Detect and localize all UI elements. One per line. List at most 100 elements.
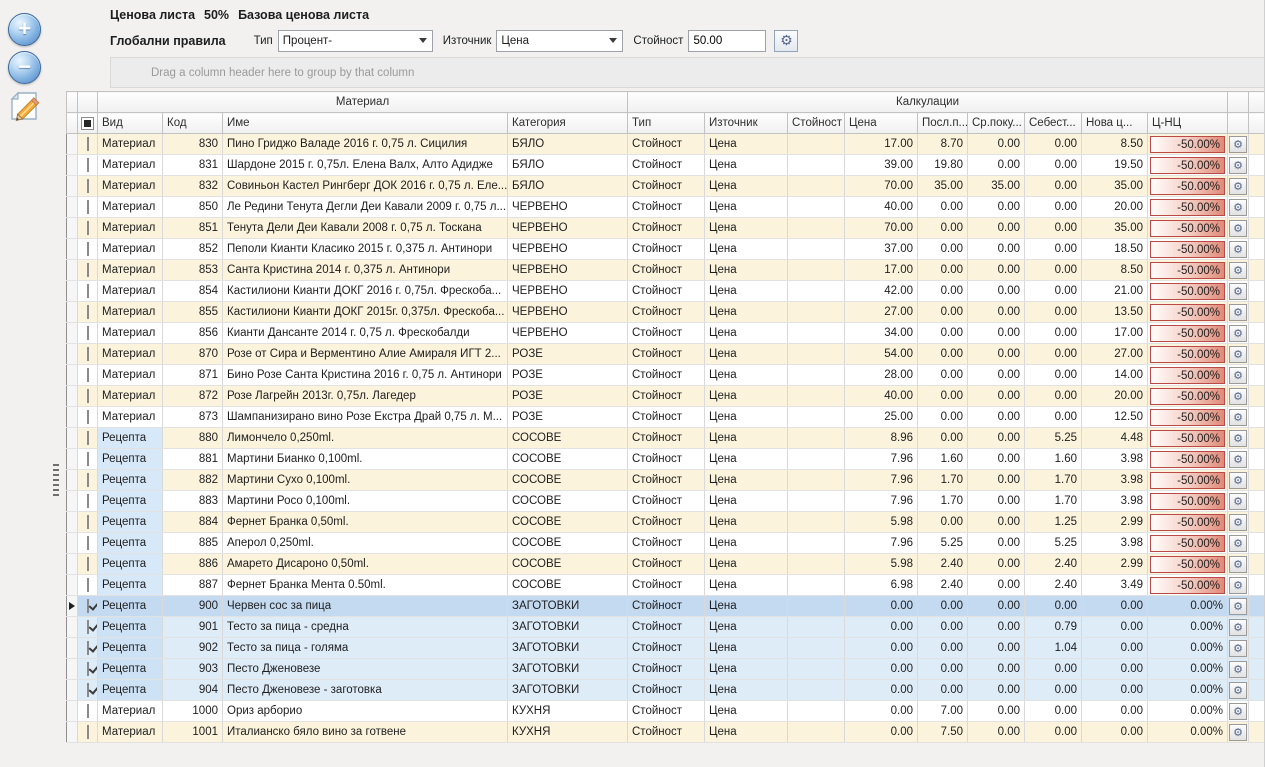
cell-name[interactable]: Шампанизирано вино Розе Екстра Драй 0,75…	[223, 407, 508, 428]
cell-vid[interactable]: Материал	[98, 386, 163, 407]
cell-name[interactable]: Аперол 0,250ml.	[223, 533, 508, 554]
cell-avg-purchase[interactable]: 0.00	[968, 638, 1025, 659]
cell-vid[interactable]: Рецепта	[98, 512, 163, 533]
cell-category[interactable]: РОЗЕ	[508, 407, 628, 428]
cell-value[interactable]	[788, 344, 845, 365]
cell-cost[interactable]: 2.40	[1025, 575, 1082, 596]
cell-value[interactable]	[788, 386, 845, 407]
cell-avg-purchase[interactable]: 0.00	[968, 281, 1025, 302]
cell-type[interactable]: Стойност	[628, 239, 705, 260]
row-indicator[interactable]	[67, 638, 78, 659]
cell-type[interactable]: Стойност	[628, 155, 705, 176]
cell-vid[interactable]: Материал	[98, 302, 163, 323]
column-header-value[interactable]: Стойност	[788, 113, 845, 134]
cell-source[interactable]: Цена	[705, 470, 788, 491]
row-settings-button[interactable]	[1229, 178, 1247, 195]
cell-vid[interactable]: Материал	[98, 323, 163, 344]
table-row[interactable]: Материал 853 Санта Кристина 2014 г. 0,37…	[67, 260, 1265, 281]
table-row[interactable]: Рецепта 881 Мартини Бианко 0,100ml. СОСО…	[67, 449, 1265, 470]
cell-category[interactable]: РОЗЕ	[508, 386, 628, 407]
cell-source[interactable]: Цена	[705, 155, 788, 176]
row-settings-button[interactable]	[1229, 304, 1247, 321]
cell-source[interactable]: Цена	[705, 281, 788, 302]
row-indicator[interactable]	[67, 512, 78, 533]
cell-new-price[interactable]: 2.99	[1082, 512, 1148, 533]
cell-category[interactable]: ЧЕРВЕНО	[508, 218, 628, 239]
cell-source[interactable]: Цена	[705, 512, 788, 533]
cell-cost[interactable]: 0.00	[1025, 659, 1082, 680]
cell-vid[interactable]: Материал	[98, 176, 163, 197]
cell-name[interactable]: Пеполи Кианти Класико 2015 г. 0,375 л. А…	[223, 239, 508, 260]
row-indicator[interactable]	[67, 617, 78, 638]
cell-price[interactable]: 17.00	[845, 134, 918, 155]
cell-price[interactable]: 34.00	[845, 323, 918, 344]
row-settings-button[interactable]	[1229, 283, 1247, 300]
cell-source[interactable]: Цена	[705, 701, 788, 722]
cell-source[interactable]: Цена	[705, 365, 788, 386]
band-calculations[interactable]: Калкулации	[628, 92, 1228, 113]
cell-source[interactable]: Цена	[705, 239, 788, 260]
cell-category[interactable]: СОСОВЕ	[508, 491, 628, 512]
cell-type[interactable]: Стойност	[628, 596, 705, 617]
cell-source[interactable]: Цена	[705, 554, 788, 575]
cell-diff[interactable]: -50.00%	[1148, 365, 1228, 386]
cell-avg-purchase[interactable]: 0.00	[968, 449, 1025, 470]
row-checkbox[interactable]	[87, 158, 89, 172]
cell-type[interactable]: Стойност	[628, 407, 705, 428]
cell-price[interactable]: 39.00	[845, 155, 918, 176]
row-indicator[interactable]	[67, 470, 78, 491]
cell-cost[interactable]: 0.00	[1025, 701, 1082, 722]
row-indicator[interactable]	[67, 218, 78, 239]
cell-new-price[interactable]: 0.00	[1082, 659, 1148, 680]
cell-value[interactable]	[788, 722, 845, 743]
cell-diff[interactable]: -50.00%	[1148, 386, 1228, 407]
cell-avg-purchase[interactable]: 0.00	[968, 617, 1025, 638]
cell-cost[interactable]: 0.00	[1025, 239, 1082, 260]
table-row[interactable]: Рецепта 901 Тесто за пица - средна ЗАГОТ…	[67, 617, 1265, 638]
cell-diff[interactable]: -50.00%	[1148, 302, 1228, 323]
cell-diff[interactable]: -50.00%	[1148, 281, 1228, 302]
cell-code[interactable]: 854	[163, 281, 223, 302]
cell-code[interactable]: 903	[163, 659, 223, 680]
cell-new-price[interactable]: 4.48	[1082, 428, 1148, 449]
cell-code[interactable]: 873	[163, 407, 223, 428]
row-settings-button[interactable]	[1229, 430, 1247, 447]
cell-price[interactable]: 42.00	[845, 281, 918, 302]
cell-vid[interactable]: Рецепта	[98, 596, 163, 617]
value-input[interactable]	[688, 30, 766, 52]
cell-value[interactable]	[788, 638, 845, 659]
cell-last-purchase[interactable]: 0.00	[918, 197, 968, 218]
cell-cost[interactable]: 0.00	[1025, 323, 1082, 344]
cell-vid[interactable]: Рецепта	[98, 533, 163, 554]
cell-new-price[interactable]: 0.00	[1082, 722, 1148, 743]
cell-diff[interactable]: -50.00%	[1148, 470, 1228, 491]
cell-type[interactable]: Стойност	[628, 659, 705, 680]
cell-last-purchase[interactable]: 0.00	[918, 323, 968, 344]
cell-price[interactable]: 0.00	[845, 680, 918, 701]
cell-value[interactable]	[788, 428, 845, 449]
cell-source[interactable]: Цена	[705, 218, 788, 239]
column-header-category[interactable]: Категория	[508, 113, 628, 134]
cell-value[interactable]	[788, 260, 845, 281]
cell-cost[interactable]: 0.00	[1025, 218, 1082, 239]
cell-type[interactable]: Стойност	[628, 260, 705, 281]
cell-type[interactable]: Стойност	[628, 344, 705, 365]
cell-code[interactable]: 887	[163, 575, 223, 596]
cell-last-purchase[interactable]: 7.00	[918, 701, 968, 722]
cell-name[interactable]: Совиньон Кастел Рингберг ДОК 2016 г. 0,7…	[223, 176, 508, 197]
row-checkbox[interactable]	[87, 557, 89, 571]
cell-new-price[interactable]: 19.50	[1082, 155, 1148, 176]
row-checkbox[interactable]	[87, 305, 89, 319]
cell-price[interactable]: 6.98	[845, 575, 918, 596]
cell-new-price[interactable]: 0.00	[1082, 701, 1148, 722]
table-row[interactable]: Рецепта 902 Тесто за пица - голяма ЗАГОТ…	[67, 638, 1265, 659]
cell-vid[interactable]: Рецепта	[98, 554, 163, 575]
cell-price[interactable]: 0.00	[845, 722, 918, 743]
column-header-last-purchase[interactable]: Посл.п...	[918, 113, 968, 134]
cell-new-price[interactable]: 3.98	[1082, 470, 1148, 491]
cell-type[interactable]: Стойност	[628, 323, 705, 344]
add-button[interactable]: +	[8, 13, 41, 46]
row-checkbox[interactable]	[87, 494, 89, 508]
cell-avg-purchase[interactable]: 0.00	[968, 575, 1025, 596]
cell-price[interactable]: 0.00	[845, 701, 918, 722]
